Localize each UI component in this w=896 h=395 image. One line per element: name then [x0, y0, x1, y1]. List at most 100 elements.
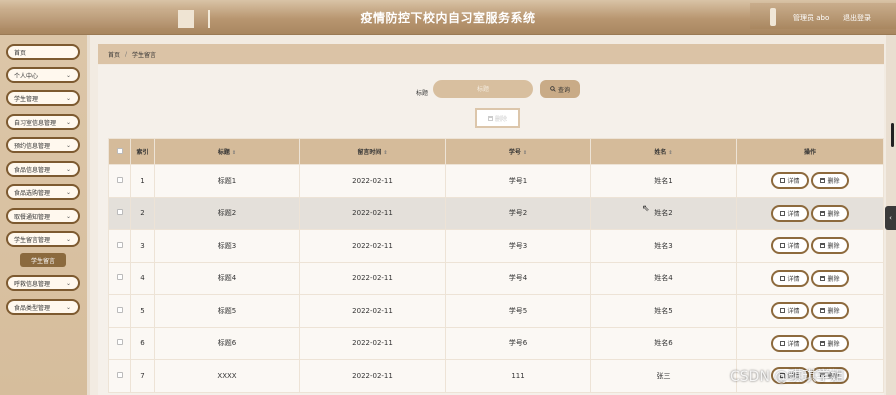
- sidebar-item-student-management[interactable]: 学生管理 ⌄: [6, 90, 80, 106]
- sidebar-item-label: 预约信息管理: [14, 142, 51, 150]
- cell-name: 张三: [590, 359, 737, 393]
- column-header[interactable]: 姓名 ⇕: [590, 138, 737, 165]
- row-actions: 详情 删除: [736, 261, 884, 295]
- logout-link[interactable]: 退出登录: [843, 13, 871, 23]
- cell-title: 标题6: [154, 326, 300, 360]
- sidebar-item-food-info-management[interactable]: 食品信息管理 ⌄: [6, 161, 80, 177]
- cell-id: 学号5: [445, 294, 591, 328]
- page-scrollbar-thumb[interactable]: [891, 123, 894, 147]
- sidebar-item-reservation-management[interactable]: 预约信息管理 ⌄: [6, 137, 80, 153]
- row-checkbox[interactable]: [116, 241, 123, 248]
- column-header-label: 操作: [803, 149, 816, 156]
- chevron-down-icon: ⌄: [65, 213, 71, 220]
- site-title: 疫情防控下校内自习室服务系统: [360, 11, 536, 25]
- sidebar-item-pickup-notice-management[interactable]: 取餐通知管理 ⌄: [6, 208, 80, 224]
- row-checkbox[interactable]: [116, 371, 123, 378]
- row-actions: 详情 删除: [736, 164, 884, 198]
- chevron-down-icon: ⌄: [65, 280, 71, 287]
- chevron-down-icon: ⌄: [65, 95, 71, 102]
- table-row: 4 标题4 2022-02-11 学号4 姓名4 详情 删除: [108, 261, 884, 295]
- column-header-label: 学号: [508, 149, 521, 156]
- search-button-label: 查询: [557, 86, 570, 94]
- sidebar-item-label: 学生留言管理: [14, 236, 51, 244]
- trash-icon: [820, 243, 826, 249]
- column-header[interactable]: 学号 ⇕: [445, 138, 591, 165]
- sort-icon[interactable]: ⇕: [383, 150, 387, 156]
- detail-button-label: 详情: [787, 210, 800, 218]
- cell-title: 标题3: [154, 229, 300, 263]
- sidebar: 首页 个人中心 ⌄ 学生管理 ⌄ 自习室信息管理 ⌄ 预约信息管理 ⌄ 食品信息…: [0, 35, 87, 395]
- breadcrumb-current: 学生留言: [132, 51, 157, 59]
- cell-name: 姓名6: [590, 326, 737, 360]
- sort-icon[interactable]: ⇕: [668, 150, 672, 156]
- select-all-checkbox[interactable]: [116, 147, 123, 154]
- column-header[interactable]: 标题 ⇕: [154, 138, 300, 165]
- delete-button-label: 删除: [827, 340, 840, 348]
- delete-button[interactable]: 删除: [811, 302, 849, 320]
- cell-id: 学号3: [445, 229, 591, 263]
- sort-icon[interactable]: ⇕: [523, 150, 527, 156]
- cell-id: 学号1: [445, 164, 591, 198]
- column-header-label: 留言时间: [357, 149, 382, 156]
- cell-title: 标题2: [154, 196, 300, 230]
- cell-index: 3: [130, 229, 155, 263]
- detail-button[interactable]: 详情: [771, 302, 809, 320]
- detail-button[interactable]: 详情: [771, 204, 809, 222]
- detail-icon: [780, 243, 786, 249]
- detail-button[interactable]: 详情: [771, 172, 809, 190]
- row-checkbox[interactable]: [116, 209, 123, 216]
- cell-time: 2022-02-11: [299, 164, 446, 198]
- detail-button-label: 详情: [787, 178, 800, 186]
- row-checkbox[interactable]: [116, 339, 123, 346]
- delete-button[interactable]: 删除: [811, 237, 849, 255]
- trash-icon: [820, 308, 826, 314]
- table-row: 2 标题2 2022-02-11 学号2 姓名2 详情 删除: [108, 196, 884, 230]
- cell-id: 111: [445, 359, 591, 393]
- table-body: 1 标题1 2022-02-11 学号1 姓名1 详情 删除 2 标题2 2022-02-11 学号…: [108, 164, 884, 393]
- detail-icon: [780, 210, 786, 216]
- delete-button[interactable]: 删除: [811, 204, 849, 222]
- row-checkbox[interactable]: [116, 274, 123, 281]
- breadcrumb-separator: /: [125, 50, 128, 58]
- select-all-checkbox-cell[interactable]: [108, 138, 131, 165]
- column-header-label: 索引: [136, 149, 149, 156]
- detail-button-label: 详情: [787, 308, 800, 316]
- delete-button[interactable]: 删除: [811, 334, 849, 352]
- search-icon: [550, 86, 556, 92]
- delete-button[interactable]: 删除: [811, 269, 849, 287]
- sidebar-item-label: 自习室信息管理: [14, 119, 57, 127]
- sidebar-item-food-type-management[interactable]: 食品类型管理 ⌄: [6, 299, 80, 315]
- row-checkbox[interactable]: [116, 176, 123, 183]
- sidebar-item-label: 食品选购管理: [14, 189, 51, 197]
- detail-button[interactable]: 详情: [771, 237, 809, 255]
- trash-icon: [820, 210, 826, 216]
- breadcrumb: 首页 / 学生留言: [98, 44, 884, 64]
- sidebar-item-student-message-management[interactable]: 学生留言管理 ⌄: [6, 231, 80, 247]
- chevron-down-icon: ⌄: [65, 166, 71, 173]
- detail-button[interactable]: 详情: [771, 269, 809, 287]
- sidebar-item-personal-center[interactable]: 个人中心 ⌄: [6, 67, 80, 83]
- search-button[interactable]: 查询: [540, 80, 580, 98]
- current-user-label: 管理员 abo: [793, 14, 830, 22]
- row-checkbox[interactable]: [116, 306, 123, 313]
- delete-button[interactable]: 删除: [811, 172, 849, 190]
- breadcrumb-home[interactable]: 首页: [108, 50, 120, 59]
- cell-index: 1: [130, 164, 155, 198]
- detail-button[interactable]: 详情: [771, 334, 809, 352]
- search-input[interactable]: [433, 80, 533, 98]
- column-header[interactable]: 留言时间 ⇕: [299, 138, 446, 165]
- batch-delete-button[interactable]: 删除: [475, 108, 520, 128]
- cell-name: 姓名4: [590, 261, 737, 295]
- chevron-down-icon: ⌄: [65, 236, 71, 243]
- sidebar-item-label: 食品类型管理: [14, 304, 51, 312]
- detail-icon: [780, 275, 786, 281]
- column-header-label: 标题: [217, 149, 230, 156]
- sidebar-item-home[interactable]: 首页: [6, 44, 80, 60]
- sidebar-item-study-room-management[interactable]: 自习室信息管理 ⌄: [6, 114, 80, 130]
- detail-icon: [780, 340, 786, 346]
- collapse-panel-button[interactable]: ‹: [885, 206, 896, 230]
- sidebar-item-food-purchase-management[interactable]: 食品选购管理 ⌄: [6, 184, 80, 200]
- sidebar-item-help-info-management[interactable]: 呼救信息管理 ⌄: [6, 275, 80, 291]
- sidebar-subitem-student-message[interactable]: 学生留言: [20, 253, 66, 267]
- sort-icon[interactable]: ⇕: [232, 150, 236, 156]
